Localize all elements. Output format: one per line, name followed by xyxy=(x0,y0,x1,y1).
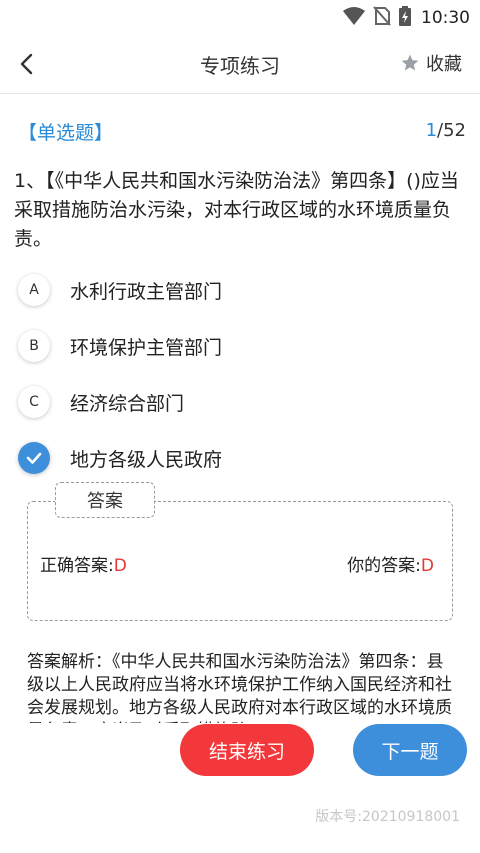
version-label: 版本号:20210918001 xyxy=(315,809,460,825)
your-answer-label: 你的答案: xyxy=(347,556,421,576)
correct-answer: 正确答案:D xyxy=(40,551,127,576)
no-sim-icon xyxy=(373,6,391,30)
your-answer: 你的答案:D xyxy=(347,551,434,576)
end-practice-button[interactable]: 结束练习 xyxy=(180,724,314,776)
nav-bar: 专项练习 收藏 xyxy=(0,34,480,94)
option-a[interactable]: A 水利行政主管部门 xyxy=(18,270,458,310)
your-answer-value: D xyxy=(420,556,434,576)
question-index-total: /52 xyxy=(437,120,466,141)
option-b[interactable]: B 环境保护主管部门 xyxy=(18,326,458,366)
option-b-text: 环境保护主管部门 xyxy=(70,336,223,359)
star-icon xyxy=(401,54,419,71)
battery-charging-icon xyxy=(399,6,411,30)
question-counter: 1/52 xyxy=(426,120,466,141)
question-type-label: 【单选题】 xyxy=(18,122,114,144)
question-index-current: 1 xyxy=(425,120,438,141)
answer-analysis: 答案解析：《中华人民共和国水污染防治法》第四条：县级以上人民政府应当将水环境保护… xyxy=(27,652,452,723)
question-text: 1、【《中华人民共和国水污染防治法》第四条】()应当采取措施防治水污染，对本行政… xyxy=(14,170,459,250)
option-d-text: 地方各级人民政府 xyxy=(70,448,223,471)
favorite-button[interactable]: 收藏 xyxy=(400,50,462,76)
next-question-button[interactable]: 下一题 xyxy=(353,724,467,776)
option-c-circle: C xyxy=(18,386,50,418)
option-a-text: 水利行政主管部门 xyxy=(70,280,223,303)
option-d-circle xyxy=(18,442,50,474)
correct-answer-value: D xyxy=(113,556,127,576)
checkmark-icon xyxy=(26,452,42,464)
status-bar: 10:30 xyxy=(0,0,480,34)
option-a-circle: A xyxy=(18,274,50,306)
correct-answer-label: 正确答案: xyxy=(40,556,114,576)
favorite-label: 收藏 xyxy=(426,54,462,75)
option-c[interactable]: C 经济综合部门 xyxy=(18,382,458,422)
answer-title: 答案 xyxy=(55,482,155,518)
wifi-icon xyxy=(343,6,365,30)
status-icons: 10:30 xyxy=(343,6,470,30)
status-time: 10:30 xyxy=(421,8,470,28)
option-d[interactable]: 地方各级人民政府 xyxy=(18,438,458,478)
option-c-text: 经济综合部门 xyxy=(70,392,185,415)
option-b-circle: B xyxy=(18,330,50,362)
